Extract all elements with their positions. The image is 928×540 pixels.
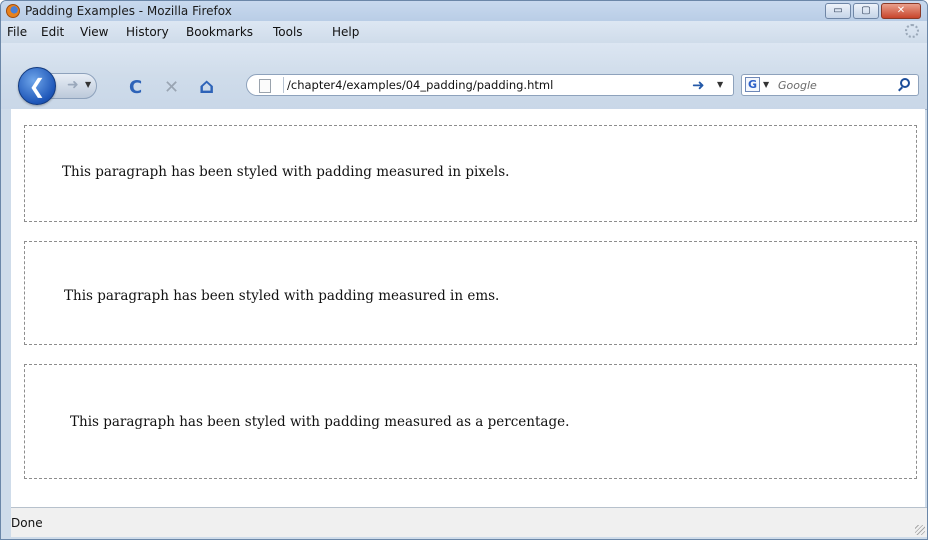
window-controls: ▭ ▢ ✕	[825, 3, 921, 19]
search-bar[interactable]: G ▼	[741, 74, 919, 96]
forward-arrow-icon: ➜	[67, 77, 79, 93]
back-arrow-icon: ❮	[28, 74, 46, 98]
title-bar: Padding Examples - Mozilla Firefox ▭ ▢ ✕	[1, 1, 927, 21]
status-text: Done	[11, 516, 43, 530]
minimize-button[interactable]: ▭	[825, 3, 851, 19]
browser-window: Padding Examples - Mozilla Firefox ▭ ▢ ✕…	[0, 0, 928, 540]
page-content: This paragraph has been styled with padd…	[11, 109, 925, 507]
maximize-button[interactable]: ▢	[853, 3, 879, 19]
paragraph-percentage: This paragraph has been styled with padd…	[24, 364, 917, 479]
history-dropdown-icon[interactable]: ▼	[85, 80, 91, 89]
menu-file[interactable]: File	[7, 25, 27, 39]
reload-icon[interactable]: C	[129, 79, 142, 97]
menu-edit[interactable]: Edit	[41, 25, 64, 39]
engine-dropdown-icon[interactable]: ▼	[763, 80, 769, 89]
firefox-logo-icon	[6, 4, 20, 18]
menu-bookmarks[interactable]: Bookmarks	[186, 25, 253, 39]
navigation-toolbar: ➜ ▼ ❮ C ✕ ⌂ ➜ ▼ G ▼	[1, 43, 927, 110]
window-title: Padding Examples - Mozilla Firefox	[25, 4, 232, 18]
home-icon[interactable]: ⌂	[199, 76, 214, 97]
google-engine-icon[interactable]: G	[745, 77, 760, 92]
menu-history[interactable]: History	[126, 25, 169, 39]
url-dropdown-icon[interactable]: ▼	[717, 80, 723, 89]
url-input[interactable]	[287, 77, 657, 93]
menu-bar: File Edit View History Bookmarks Tools H…	[1, 21, 927, 43]
resize-grip-icon[interactable]	[915, 525, 925, 535]
url-separator	[283, 77, 284, 93]
activity-throbber-icon	[905, 24, 919, 38]
menu-help[interactable]: Help	[332, 25, 359, 39]
menu-view[interactable]: View	[80, 25, 108, 39]
close-button[interactable]: ✕	[881, 3, 921, 19]
back-button[interactable]: ❮	[18, 67, 56, 105]
search-input[interactable]	[778, 77, 888, 93]
go-arrow-icon[interactable]: ➜	[692, 76, 705, 94]
paragraph-pixels: This paragraph has been styled with padd…	[24, 125, 917, 222]
window-frame-left	[1, 109, 11, 539]
status-bar: Done	[11, 507, 927, 537]
stop-icon[interactable]: ✕	[164, 79, 179, 97]
paragraph-ems: This paragraph has been styled with padd…	[24, 241, 917, 345]
url-bar[interactable]: ➜ ▼	[246, 74, 734, 96]
page-icon	[259, 79, 271, 93]
search-icon[interactable]	[900, 78, 910, 88]
menu-tools[interactable]: Tools	[273, 25, 303, 39]
